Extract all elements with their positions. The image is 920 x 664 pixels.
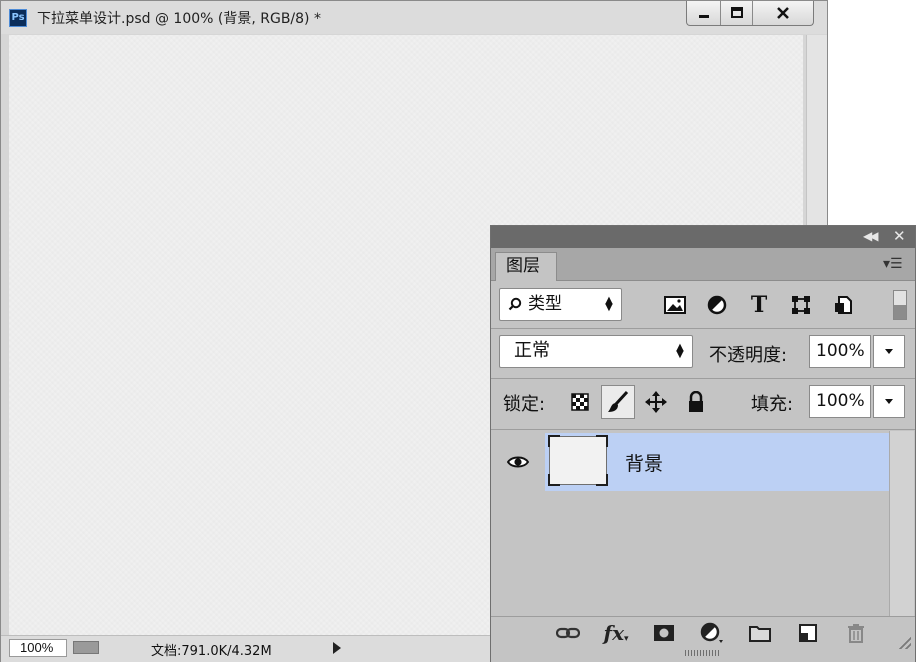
adjustment-layer-icon[interactable]: [697, 621, 727, 645]
delete-icon[interactable]: [841, 621, 871, 645]
new-layer-icon[interactable]: [793, 621, 823, 645]
link-layers-icon[interactable]: [553, 621, 583, 645]
blend-mode-value: 正常: [514, 340, 550, 361]
fill-input[interactable]: 100%: [809, 385, 871, 418]
layer-filter-select[interactable]: 类型 ▲ ▼: [499, 288, 622, 321]
fill-label: 填充:: [751, 394, 794, 415]
resize-corner-icon[interactable]: [899, 637, 911, 649]
adjustment-filter-icon[interactable]: [703, 292, 731, 318]
panel-menu-icon[interactable]: ▾☰: [883, 256, 903, 272]
lock-image-pixels-icon[interactable]: [601, 385, 635, 419]
lock-all-icon[interactable]: [681, 387, 711, 417]
window-controls: [686, 1, 814, 26]
collapse-panel-icon[interactable]: ◀◀: [863, 229, 879, 243]
fx-icon[interactable]: fx ▾: [601, 621, 631, 645]
lock-label: 锁定:: [503, 394, 546, 415]
updown-arrows-icon: ▲ ▼: [605, 295, 613, 313]
document-size-info: 文档:791.0K/4.32M: [151, 644, 272, 659]
opacity-label: 不透明度:: [709, 345, 788, 366]
panel-header[interactable]: ◀◀ ✕: [491, 226, 915, 248]
smart-object-filter-icon[interactable]: [829, 292, 857, 318]
maximize-icon: [730, 7, 743, 18]
image-filter-icon[interactable]: [661, 292, 689, 318]
layer-filter-label: 类型: [528, 294, 562, 314]
document-title: 下拉菜单设计.psd @ 100% (背景, RGB/8) *: [37, 11, 321, 27]
status-menu-arrow-icon[interactable]: [333, 642, 341, 654]
layer-row-background[interactable]: 背景: [545, 433, 889, 491]
divider: [491, 429, 915, 430]
search-icon: [508, 297, 522, 311]
type-filter-icon[interactable]: T: [745, 292, 773, 318]
layers-list: 背景: [491, 431, 915, 616]
filter-icons: T: [661, 292, 871, 318]
chevron-down-icon: [885, 398, 893, 404]
add-mask-icon[interactable]: [649, 621, 679, 645]
shape-filter-icon[interactable]: [787, 292, 815, 318]
minimize-button[interactable]: [687, 1, 721, 25]
lock-transparent-pixels-icon[interactable]: [565, 387, 595, 417]
lock-position-icon[interactable]: [641, 387, 671, 417]
layers-panel: ◀◀ ✕ 图层 ▾☰ 类型 ▲ ▼ T 正常 ▲ ▼ 不透明度: 100% 锁定…: [490, 225, 916, 662]
close-icon: [777, 7, 789, 19]
close-window-button[interactable]: [753, 1, 813, 25]
blend-mode-select[interactable]: 正常 ▲ ▼: [499, 335, 693, 368]
type-filter-glyph: T: [750, 292, 768, 318]
divider: [491, 328, 915, 329]
fx-label: fx: [603, 621, 624, 645]
panel-footer: fx ▾: [491, 616, 915, 662]
close-panel-icon[interactable]: ✕: [893, 227, 906, 245]
fill-dropdown-button[interactable]: [873, 385, 905, 418]
divider: [491, 378, 915, 379]
layer-name: 背景: [625, 453, 664, 475]
eye-icon: [507, 456, 529, 468]
layers-scrollbar[interactable]: [889, 431, 914, 616]
status-preview-icon: [73, 641, 99, 654]
panel-tab-bar: 图层 ▾☰: [491, 248, 915, 281]
opacity-dropdown-button[interactable]: [873, 335, 905, 368]
new-group-icon[interactable]: [745, 621, 775, 645]
maximize-button[interactable]: [721, 1, 753, 25]
chevron-down-icon: [885, 348, 893, 354]
filter-toggle-switch[interactable]: [893, 290, 907, 320]
updown-arrows-icon: ▲ ▼: [676, 342, 684, 360]
panel-resize-grip[interactable]: [685, 650, 719, 656]
tab-layers[interactable]: 图层: [495, 252, 557, 281]
minimize-icon: [698, 15, 709, 18]
zoom-level-field[interactable]: 100%: [9, 639, 67, 657]
photoshop-logo-icon: Ps: [9, 9, 27, 27]
layer-thumbnail: [548, 435, 608, 486]
opacity-input[interactable]: 100%: [809, 335, 871, 368]
layer-visibility-toggle[interactable]: [491, 433, 545, 491]
